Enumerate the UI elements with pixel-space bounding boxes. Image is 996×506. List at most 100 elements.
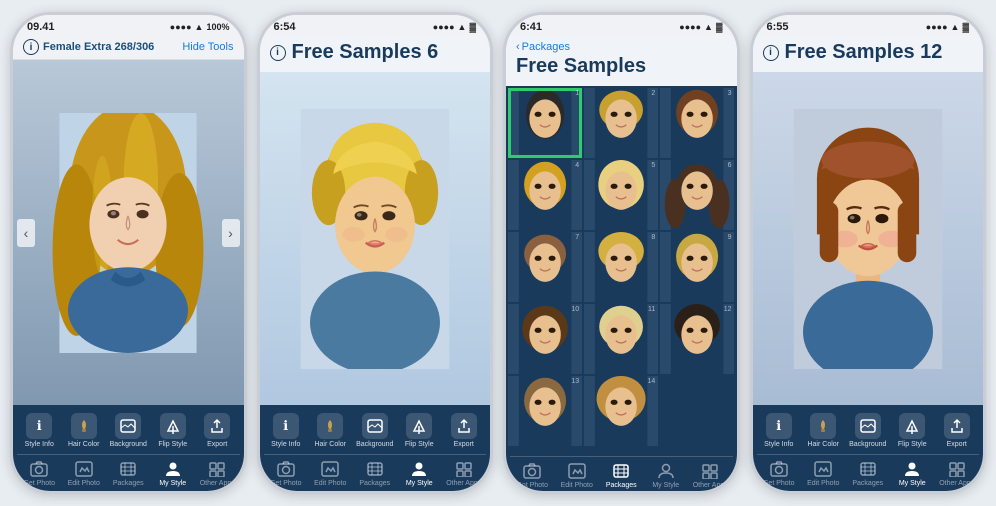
background-icon-2 <box>362 413 388 439</box>
export-btn-4[interactable]: Export <box>935 413 980 448</box>
flip-style-btn-2[interactable]: Flip Style <box>397 413 442 448</box>
grid-cell-2[interactable]: 2 <box>584 88 658 158</box>
tab-other-apps-2[interactable]: Other Apps <box>442 459 487 487</box>
info-icon-1[interactable]: i <box>23 39 39 55</box>
grid-cell-5[interactable]: 5 <box>584 160 658 230</box>
flip-style-icon-2 <box>406 413 432 439</box>
tab-get-photo-label-4: Get Photo <box>763 480 795 487</box>
grid-num-12: 12 <box>724 306 732 313</box>
export-label-4: Export <box>947 441 967 448</box>
grid-cell-4[interactable]: 4 <box>508 160 582 230</box>
tab-other-apps-icon-4 <box>945 459 969 479</box>
grid-num-9: 9 <box>728 234 732 241</box>
grid-num-8: 8 <box>651 234 655 241</box>
grid-cell-9[interactable]: 9 <box>660 232 734 302</box>
grid-num-13: 13 <box>571 378 579 385</box>
tab-packages-4[interactable]: Packages <box>846 459 891 487</box>
tab-my-style-3[interactable]: My Style <box>644 461 689 489</box>
tab-edit-photo-icon-2 <box>318 459 342 479</box>
grid-cell-13[interactable]: 13 <box>508 376 582 446</box>
grid-cell-14[interactable]: 14 <box>584 376 658 446</box>
signal-icon: ●●●● <box>170 22 192 32</box>
grid-cell-7[interactable]: 7 <box>508 232 582 302</box>
tab-edit-photo-3[interactable]: Edit Photo <box>555 461 600 489</box>
back-btn-3[interactable]: ‹ Packages <box>516 41 727 53</box>
tab-packages-3[interactable]: Packages <box>599 461 644 489</box>
back-label: Packages <box>522 41 570 53</box>
tab-other-apps-label-3: Other Apps <box>693 482 728 489</box>
flip-style-btn-1[interactable]: Flip Style <box>151 413 196 448</box>
export-btn-2[interactable]: Export <box>442 413 487 448</box>
grid-cell-12[interactable]: 12 <box>660 304 734 374</box>
style-info-btn-1[interactable]: ℹ Style Info <box>17 413 62 448</box>
tab-edit-photo-1[interactable]: Edit Photo <box>62 459 107 487</box>
tab-my-style-4[interactable]: My Style <box>890 459 935 487</box>
flip-style-btn-4[interactable]: Flip Style <box>890 413 935 448</box>
grid-num-2: 2 <box>651 90 655 97</box>
export-label-1: Export <box>207 441 227 448</box>
style-info-btn-2[interactable]: ℹ Style Info <box>264 413 309 448</box>
info-icon-2[interactable]: i <box>270 45 286 61</box>
grid-cell-1[interactable]: 1 <box>508 88 582 158</box>
background-btn-1[interactable]: Background <box>106 413 151 448</box>
next-arrow[interactable]: › <box>222 219 240 247</box>
hair-color-btn-1[interactable]: Hair Color <box>62 413 107 448</box>
tab-edit-photo-label-1: Edit Photo <box>68 480 100 487</box>
info-icon-4[interactable]: i <box>763 45 779 61</box>
style-info-icon-2: ℹ <box>273 413 299 439</box>
tab-get-photo-4[interactable]: Get Photo <box>757 459 802 487</box>
grid-cell-6[interactable]: 6 <box>660 160 734 230</box>
status-bar-2: 6:54 ●●●● ▲ ▓ <box>260 15 491 35</box>
grid-cell-11[interactable]: 11 <box>584 304 658 374</box>
header-4: i Free Samples 12 <box>753 35 984 72</box>
tab-my-style-1[interactable]: My Style <box>151 459 196 487</box>
grid-num-1: 1 <box>575 90 579 97</box>
tab-edit-photo-2[interactable]: Edit Photo <box>308 459 353 487</box>
hair-color-btn-2[interactable]: Hair Color <box>308 413 353 448</box>
tab-packages-icon-2 <box>363 459 387 479</box>
tab-other-apps-icon-3 <box>698 461 722 481</box>
tab-my-style-2[interactable]: My Style <box>397 459 442 487</box>
background-label-1: Background <box>110 441 147 448</box>
style-info-icon-4: ℹ <box>766 413 792 439</box>
status-time-2: 6:54 <box>274 21 296 33</box>
style-info-btn-4[interactable]: ℹ Style Info <box>757 413 802 448</box>
tab-my-style-label-4: My Style <box>899 480 926 487</box>
grid-cell-8[interactable]: 8 <box>584 232 658 302</box>
tab-other-apps-1[interactable]: Other Apps <box>195 459 240 487</box>
grid-cell-3[interactable]: 3 <box>660 88 734 158</box>
screen3-title: Free Samples <box>516 55 727 78</box>
grid-num-14: 14 <box>648 378 656 385</box>
tab-get-photo-2[interactable]: Get Photo <box>264 459 309 487</box>
status-bar-1: 09.41 ●●●● ▲ 100% <box>13 15 244 35</box>
hide-tools-btn[interactable]: Hide Tools <box>182 41 233 53</box>
tab-other-apps-label-4: Other Apps <box>939 480 974 487</box>
style-info-label-1: Style Info <box>25 441 54 448</box>
tab-packages-1[interactable]: Packages <box>106 459 151 487</box>
tab-get-photo-icon-2 <box>274 459 298 479</box>
tab-got-photo-icon-3 <box>520 461 544 481</box>
hair-color-btn-4[interactable]: Hair Color <box>801 413 846 448</box>
tab-get-photo-icon-1 <box>27 459 51 479</box>
status-icons-3: ●●●● ▲ ▓ <box>679 22 722 32</box>
tab-get-photo-label-1: Get Photo <box>23 480 55 487</box>
signal-icon-4: ●●●● <box>926 22 948 32</box>
export-btn-1[interactable]: Export <box>195 413 240 448</box>
battery-icon-2: ▓ <box>469 22 476 32</box>
tab-my-style-icon-2 <box>407 459 431 479</box>
grid-cell-10[interactable]: 10 <box>508 304 582 374</box>
tab-got-photo-3[interactable]: Got Photo <box>510 461 555 489</box>
background-btn-4[interactable]: Background <box>846 413 891 448</box>
tab-other-apps-3[interactable]: Other Apps <box>688 461 733 489</box>
phone-screen-1: 09.41 ●●●● ▲ 100% i Female Extra 268/306… <box>10 12 247 494</box>
tab-edit-photo-4[interactable]: Edit Photo <box>801 459 846 487</box>
background-btn-2[interactable]: Background <box>353 413 398 448</box>
prev-arrow[interactable]: ‹ <box>17 219 35 247</box>
tab-get-photo-1[interactable]: Get Photo <box>17 459 62 487</box>
tab-other-apps-label-1: Other Apps <box>200 480 235 487</box>
tab-packages-2[interactable]: Packages <box>353 459 398 487</box>
wifi-icon-4: ▲ <box>951 22 960 32</box>
toolbar-3: Got Photo Edit Photo Packages <box>506 448 737 491</box>
tab-other-apps-4[interactable]: Other Apps <box>935 459 980 487</box>
flip-style-label-1: Flip Style <box>158 441 187 448</box>
